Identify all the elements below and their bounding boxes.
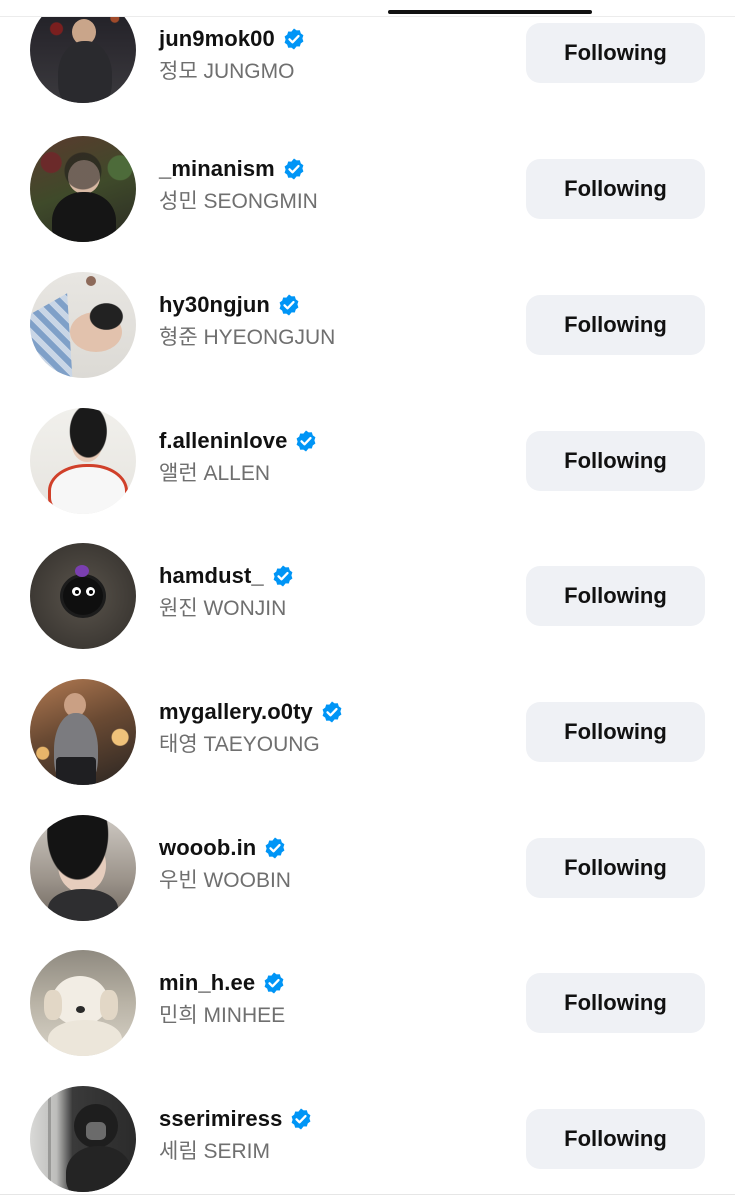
verified-badge-icon (264, 972, 284, 994)
username[interactable]: mygallery.o0ty (159, 699, 313, 725)
list-item: hamdust_ 원진 WONJIN Following (0, 543, 735, 653)
full-name: 세림 SERIM (159, 1140, 270, 1163)
full-name: 원진 WONJIN (159, 597, 287, 620)
verified-badge-icon (265, 837, 285, 859)
username[interactable]: min_h.ee (159, 970, 255, 996)
verified-badge-icon (284, 158, 304, 180)
username[interactable]: jun9mok00 (159, 26, 275, 52)
list-item: sserimiress 세림 SERIM Following (0, 1086, 735, 1196)
following-list: jun9mok00 정모 JUNGMO Following _minanism … (0, 0, 735, 1200)
avatar[interactable] (30, 1086, 136, 1192)
following-button[interactable]: Following (526, 566, 705, 626)
verified-badge-icon (273, 565, 293, 587)
full-name: 민희 MINHEE (159, 1004, 286, 1027)
username[interactable]: hamdust_ (159, 563, 264, 589)
active-tab-indicator (388, 10, 592, 14)
username[interactable]: wooob.in (159, 835, 256, 861)
verified-badge-icon (279, 294, 299, 316)
avatar[interactable] (30, 815, 136, 921)
verified-badge-icon (284, 28, 304, 50)
avatar[interactable] (30, 272, 136, 378)
following-button[interactable]: Following (526, 838, 705, 898)
following-button[interactable]: Following (526, 702, 705, 762)
following-button[interactable]: Following (526, 23, 705, 83)
username[interactable]: hy30ngjun (159, 292, 270, 318)
following-button[interactable]: Following (526, 1109, 705, 1169)
full-name: 앨런 ALLEN (159, 462, 271, 485)
full-name: 성민 SEONGMIN (159, 190, 318, 213)
avatar[interactable] (30, 543, 136, 649)
full-name: 태영 TAEYOUNG (159, 733, 320, 756)
tab-bar (0, 0, 735, 17)
full-name: 우빈 WOOBIN (159, 869, 291, 892)
full-name: 형준 HYEONGJUN (159, 326, 336, 349)
verified-badge-icon (292, 1108, 311, 1130)
list-item: hy30ngjun 형준 HYEONGJUN Following (0, 272, 735, 382)
following-button[interactable]: Following (526, 973, 705, 1033)
list-item: f.alleninlove 앨런 ALLEN Following (0, 408, 735, 518)
full-name: 정모 JUNGMO (159, 60, 295, 83)
list-item: min_h.ee 민희 MINHEE Following (0, 950, 735, 1060)
following-button[interactable]: Following (526, 295, 705, 355)
verified-badge-icon (297, 430, 316, 452)
avatar[interactable] (30, 950, 136, 1056)
divider (0, 1194, 735, 1195)
avatar[interactable] (30, 408, 136, 514)
verified-badge-icon (322, 701, 342, 723)
list-item: wooob.in 우빈 WOOBIN Following (0, 815, 735, 925)
avatar[interactable] (30, 679, 136, 785)
following-button[interactable]: Following (526, 159, 705, 219)
list-item: _minanism 성민 SEONGMIN Following (0, 136, 735, 246)
avatar[interactable] (30, 136, 136, 242)
username[interactable]: sserimiress (159, 1106, 282, 1132)
following-button[interactable]: Following (526, 431, 705, 491)
username[interactable]: _minanism (159, 156, 275, 182)
username[interactable]: f.alleninlove (159, 428, 287, 454)
list-item: mygallery.o0ty 태영 TAEYOUNG Following (0, 679, 735, 789)
